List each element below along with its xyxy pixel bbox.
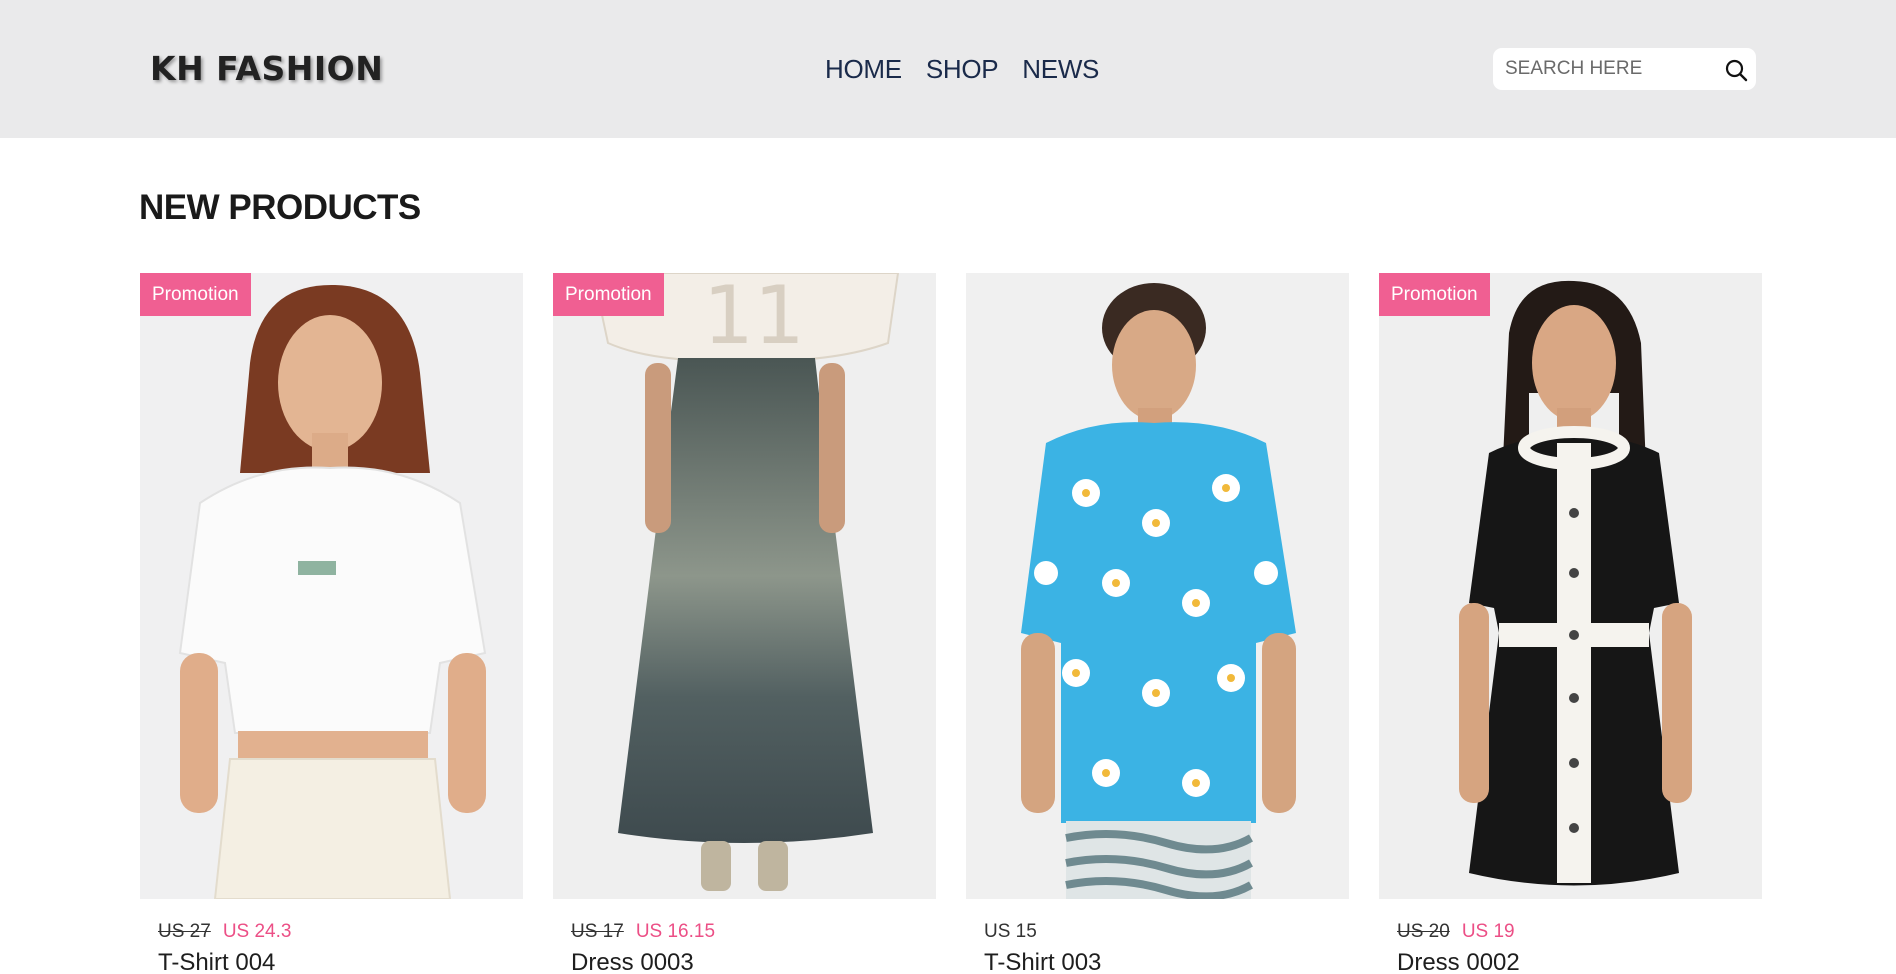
search-icon[interactable]	[1724, 58, 1748, 82]
sale-price: US 24.3	[222, 921, 292, 942]
old-price: US 20	[1397, 921, 1450, 942]
old-price: US 17	[571, 921, 624, 942]
price-row: US 27 US 24.3	[158, 921, 291, 943]
product-card[interactable]: Promotion US 20 US 19 Dress 0002	[1379, 273, 1762, 974]
product-image[interactable]	[966, 273, 1349, 899]
sale-price: US 19	[1461, 921, 1515, 942]
product-card[interactable]: 11 Promotion US 17 US 16.15 Dress 0003	[553, 273, 936, 974]
product-name[interactable]: T-Shirt 004	[158, 949, 275, 974]
product-image[interactable]: Promotion	[140, 273, 523, 899]
promotion-badge: Promotion	[140, 273, 251, 316]
site-header: KH FASHION HOME SHOP NEWS	[0, 0, 1896, 138]
nav-home[interactable]: HOME	[825, 54, 902, 85]
svg-text:11: 11	[703, 273, 805, 362]
search-box	[1493, 48, 1756, 90]
promotion-badge: Promotion	[553, 273, 664, 316]
product-photo-white-tee	[140, 273, 523, 899]
nav-shop[interactable]: SHOP	[926, 54, 999, 85]
price-row: US 17 US 16.15	[571, 921, 715, 943]
search-input[interactable]	[1505, 48, 1710, 90]
product-name[interactable]: Dress 0003	[571, 949, 694, 974]
price-row: US 20 US 19	[1397, 921, 1515, 943]
product-image[interactable]: 11 Promotion	[553, 273, 936, 899]
product-name[interactable]: T-Shirt 003	[984, 949, 1101, 974]
sale-price: US 16.15	[635, 921, 716, 942]
product-photo-floral-shirt	[966, 273, 1349, 899]
product-card[interactable]: Promotion US 27 US 24.3 T-Shirt 004	[140, 273, 523, 974]
product-name[interactable]: Dress 0002	[1397, 949, 1520, 974]
product-card[interactable]: US 15 T-Shirt 003	[966, 273, 1349, 974]
product-image[interactable]: Promotion	[1379, 273, 1762, 899]
product-photo-denim-skirt: 11	[553, 273, 936, 899]
old-price: US 27	[158, 921, 211, 942]
product-photo-black-dress	[1379, 273, 1762, 899]
nav-news[interactable]: NEWS	[1022, 54, 1099, 85]
section-title: NEW PRODUCTS	[139, 188, 421, 227]
price-row: US 15	[984, 921, 1037, 943]
price: US 15	[984, 921, 1037, 942]
main-nav: HOME SHOP NEWS	[825, 54, 1099, 85]
promotion-badge: Promotion	[1379, 273, 1490, 316]
site-logo[interactable]: KH FASHION	[150, 49, 383, 88]
